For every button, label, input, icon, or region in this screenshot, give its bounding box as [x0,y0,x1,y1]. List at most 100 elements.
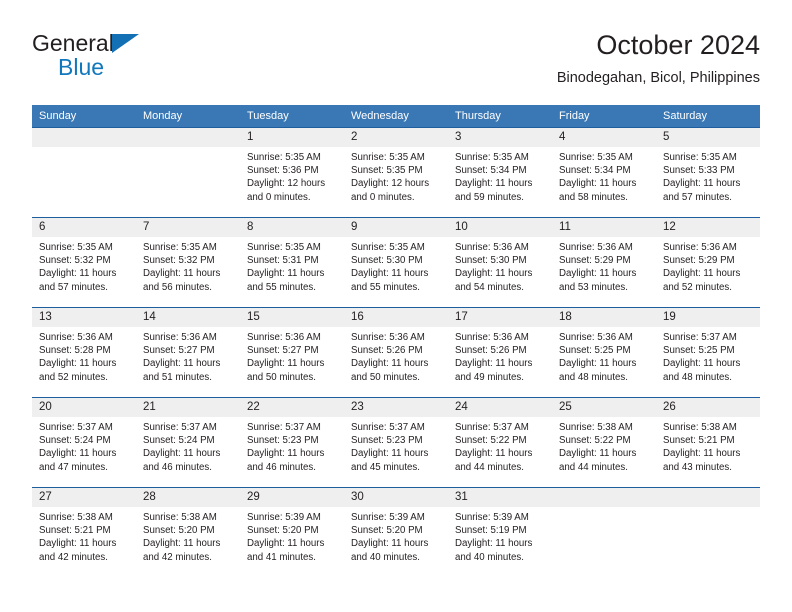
sunrise-text: Sunrise: 5:37 AM [143,422,217,433]
calendar-day-cell[interactable]: 17 Sunrise: 5:36 AM Sunset: 5:26 PM Dayligh… [448,307,552,398]
day-details: Sunrise: 5:37 AM Sunset: 5:24 PM Daylight:… [136,417,240,474]
daylight-text: Daylight: 11 hours and 45 minutes. [351,448,429,473]
day-number: 13 [32,308,136,327]
daylight-text: Daylight: 11 hours and 55 minutes. [247,268,325,293]
daylight-text: Daylight: 11 hours and 46 minutes. [143,448,221,473]
day-cell-inner: 29 Sunrise: 5:39 AM Sunset: 5:20 PM Dayligh… [240,488,344,578]
sunrise-text: Sunrise: 5:37 AM [455,422,529,433]
day-number [32,128,136,147]
sunset-text: Sunset: 5:25 PM [663,345,735,357]
calendar-day-cell[interactable]: 29 Sunrise: 5:39 AM Sunset: 5:20 PM Dayligh… [240,487,344,578]
calendar-day-cell[interactable]: 8 Sunrise: 5:35 AM Sunset: 5:31 PM Daylight… [240,217,344,308]
calendar-day-cell[interactable]: 26 Sunrise: 5:38 AM Sunset: 5:21 PM Dayligh… [656,397,760,488]
sunset-text: Sunset: 5:20 PM [247,525,319,537]
daylight-text: Daylight: 11 hours and 43 minutes. [663,448,741,473]
daylight-text: Daylight: 11 hours and 48 minutes. [559,358,637,383]
calendar-day-cell[interactable]: 22 Sunrise: 5:37 AM Sunset: 5:23 PM Dayligh… [240,397,344,488]
sunset-text: Sunset: 5:21 PM [39,525,111,537]
calendar-day-cell[interactable]: 21 Sunrise: 5:37 AM Sunset: 5:24 PM Dayligh… [136,397,240,488]
calendar-day-cell[interactable]: 20 Sunrise: 5:37 AM Sunset: 5:24 PM Dayligh… [32,397,136,488]
calendar-day-cell[interactable]: 5 Sunrise: 5:35 AM Sunset: 5:33 PM Daylight… [656,127,760,218]
sunset-text: Sunset: 5:33 PM [663,165,735,177]
calendar-day-cell[interactable]: 16 Sunrise: 5:36 AM Sunset: 5:26 PM Dayligh… [344,307,448,398]
day-details: Sunrise: 5:37 AM Sunset: 5:22 PM Daylight:… [448,417,552,474]
day-cell-inner: 12 Sunrise: 5:36 AM Sunset: 5:29 PM Dayligh… [656,218,760,307]
daylight-text: Daylight: 11 hours and 42 minutes. [39,538,117,563]
calendar-day-cell[interactable]: 18 Sunrise: 5:36 AM Sunset: 5:25 PM Dayligh… [552,307,656,398]
day-number: 22 [240,398,344,417]
sunrise-text: Sunrise: 5:36 AM [559,332,633,343]
calendar-day-cell[interactable]: 6 Sunrise: 5:35 AM Sunset: 5:32 PM Daylight… [32,217,136,308]
sunset-text: Sunset: 5:24 PM [39,435,111,447]
sunrise-text: Sunrise: 5:35 AM [247,242,321,253]
sunrise-text: Sunrise: 5:37 AM [663,332,737,343]
calendar-day-cell[interactable]: 28 Sunrise: 5:38 AM Sunset: 5:20 PM Dayligh… [136,487,240,578]
calendar-day-cell[interactable]: 19 Sunrise: 5:37 AM Sunset: 5:25 PM Dayligh… [656,307,760,398]
daylight-text: Daylight: 11 hours and 55 minutes. [351,268,429,293]
day-cell-inner: 14 Sunrise: 5:36 AM Sunset: 5:27 PM Dayligh… [136,308,240,397]
day-cell-inner: 27 Sunrise: 5:38 AM Sunset: 5:21 PM Dayligh… [32,488,136,578]
sunrise-text: Sunrise: 5:39 AM [351,512,425,523]
sunrise-text: Sunrise: 5:35 AM [247,152,321,163]
weekday-header-saturday: Saturday [656,105,760,128]
day-cell-inner: 18 Sunrise: 5:36 AM Sunset: 5:25 PM Dayligh… [552,308,656,397]
day-number: 12 [656,218,760,237]
calendar-day-cell[interactable]: 30 Sunrise: 5:39 AM Sunset: 5:20 PM Dayligh… [344,487,448,578]
day-number: 26 [656,398,760,417]
calendar-week-row: 6 Sunrise: 5:35 AM Sunset: 5:32 PM Daylight… [32,217,760,308]
sunset-text: Sunset: 5:23 PM [351,435,423,447]
sunset-text: Sunset: 5:30 PM [455,255,527,267]
generalblue-logo[interactable]: General Blue [32,32,222,88]
sunset-text: Sunset: 5:22 PM [559,435,631,447]
sunrise-text: Sunrise: 5:35 AM [559,152,633,163]
calendar-day-cell[interactable]: 31 Sunrise: 5:39 AM Sunset: 5:19 PM Dayligh… [448,487,552,578]
day-cell-inner: 22 Sunrise: 5:37 AM Sunset: 5:23 PM Dayligh… [240,398,344,487]
calendar-day-cell[interactable]: 2 Sunrise: 5:35 AM Sunset: 5:35 PM Daylight… [344,127,448,218]
daylight-text: Daylight: 11 hours and 57 minutes. [39,268,117,293]
day-number: 10 [448,218,552,237]
day-details: Sunrise: 5:35 AM Sunset: 5:34 PM Daylight:… [448,147,552,204]
sunrise-text: Sunrise: 5:35 AM [351,152,425,163]
day-details: Sunrise: 5:39 AM Sunset: 5:19 PM Daylight:… [448,507,552,564]
day-details: Sunrise: 5:39 AM Sunset: 5:20 PM Daylight:… [344,507,448,564]
calendar-day-cell[interactable]: 13 Sunrise: 5:36 AM Sunset: 5:28 PM Dayligh… [32,307,136,398]
day-cell-inner: 3 Sunrise: 5:35 AM Sunset: 5:34 PM Daylight… [448,128,552,217]
sunrise-text: Sunrise: 5:36 AM [663,242,737,253]
daylight-text: Daylight: 11 hours and 46 minutes. [247,448,325,473]
sunset-text: Sunset: 5:20 PM [143,525,215,537]
calendar-day-cell[interactable]: 15 Sunrise: 5:36 AM Sunset: 5:27 PM Dayligh… [240,307,344,398]
sunrise-text: Sunrise: 5:36 AM [455,332,529,343]
sunset-text: Sunset: 5:32 PM [39,255,111,267]
calendar-day-cell[interactable]: 14 Sunrise: 5:36 AM Sunset: 5:27 PM Dayligh… [136,307,240,398]
calendar-empty-cell [136,127,240,218]
calendar-day-cell[interactable]: 9 Sunrise: 5:35 AM Sunset: 5:30 PM Daylight… [344,217,448,308]
calendar-day-cell[interactable]: 11 Sunrise: 5:36 AM Sunset: 5:29 PM Dayligh… [552,217,656,308]
calendar-day-cell[interactable]: 10 Sunrise: 5:36 AM Sunset: 5:30 PM Dayligh… [448,217,552,308]
calendar-day-cell[interactable]: 1 Sunrise: 5:35 AM Sunset: 5:36 PM Daylight… [240,127,344,218]
day-details: Sunrise: 5:35 AM Sunset: 5:34 PM Daylight:… [552,147,656,204]
calendar-day-cell[interactable]: 23 Sunrise: 5:37 AM Sunset: 5:23 PM Dayligh… [344,397,448,488]
daylight-text: Daylight: 11 hours and 52 minutes. [663,268,741,293]
day-cell-inner [552,488,656,578]
calendar-day-cell[interactable]: 25 Sunrise: 5:38 AM Sunset: 5:22 PM Dayligh… [552,397,656,488]
day-cell-inner: 23 Sunrise: 5:37 AM Sunset: 5:23 PM Dayligh… [344,398,448,487]
day-cell-inner: 2 Sunrise: 5:35 AM Sunset: 5:35 PM Daylight… [344,128,448,217]
day-cell-inner: 9 Sunrise: 5:35 AM Sunset: 5:30 PM Daylight… [344,218,448,307]
day-cell-inner: 10 Sunrise: 5:36 AM Sunset: 5:30 PM Dayligh… [448,218,552,307]
sunset-text: Sunset: 5:28 PM [39,345,111,357]
sunrise-text: Sunrise: 5:35 AM [663,152,737,163]
day-cell-inner: 21 Sunrise: 5:37 AM Sunset: 5:24 PM Dayligh… [136,398,240,487]
calendar-day-cell[interactable]: 3 Sunrise: 5:35 AM Sunset: 5:34 PM Daylight… [448,127,552,218]
day-details: Sunrise: 5:38 AM Sunset: 5:20 PM Daylight:… [136,507,240,564]
calendar-day-cell[interactable]: 4 Sunrise: 5:35 AM Sunset: 5:34 PM Daylight… [552,127,656,218]
calendar-body: 1 Sunrise: 5:35 AM Sunset: 5:36 PM Daylight… [32,127,760,578]
location-subtitle: Binodegahan, Bicol, Philippines [556,70,760,86]
sunrise-text: Sunrise: 5:37 AM [247,422,321,433]
calendar-day-cell[interactable]: 12 Sunrise: 5:36 AM Sunset: 5:29 PM Dayligh… [656,217,760,308]
calendar-day-cell[interactable]: 24 Sunrise: 5:37 AM Sunset: 5:22 PM Dayligh… [448,397,552,488]
calendar-day-cell[interactable]: 7 Sunrise: 5:35 AM Sunset: 5:32 PM Daylight… [136,217,240,308]
day-cell-inner: 13 Sunrise: 5:36 AM Sunset: 5:28 PM Dayligh… [32,308,136,397]
calendar-day-cell[interactable]: 27 Sunrise: 5:38 AM Sunset: 5:21 PM Dayligh… [32,487,136,578]
daylight-text: Daylight: 12 hours and 0 minutes. [247,178,326,203]
sunrise-text: Sunrise: 5:35 AM [143,242,217,253]
